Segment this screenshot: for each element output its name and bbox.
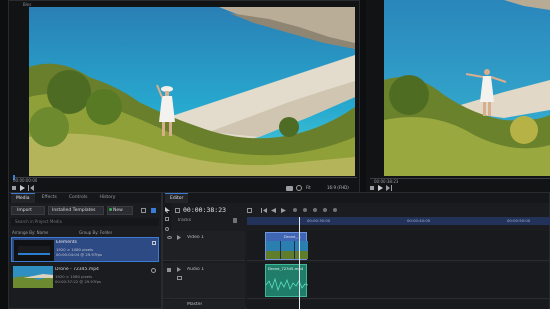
tab-history[interactable]: History — [94, 193, 120, 203]
tracks-label: Tracks — [177, 218, 192, 223]
video-clip[interactable]: Drone_... — [265, 232, 308, 260]
timeline-transport — [247, 206, 447, 215]
media-search-input[interactable]: Search in Project Media — [11, 218, 159, 226]
go-start-icon[interactable] — [261, 208, 267, 213]
media-item[interactable]: Drone - 72345.mp4 1920 × 1080 pixels 00:… — [11, 265, 159, 290]
track-name: Audio 1 — [187, 267, 205, 272]
lock-icon[interactable] — [233, 218, 237, 223]
ruler-mark: 00:00:30:00 — [307, 218, 331, 223]
play-icon[interactable] — [20, 185, 25, 191]
media-item[interactable]: Elements 1920 × 1080 pixels 00:00:04:04 … — [11, 237, 159, 262]
camera-icon[interactable] — [286, 185, 293, 191]
list-view-icon[interactable] — [141, 208, 146, 213]
audio-level-icon[interactable] — [177, 276, 182, 280]
settings-icon[interactable] — [296, 185, 302, 191]
timeline-panel: Editor 00:00:38:23 Tracks 00:00:30:00 00… — [162, 192, 550, 309]
ruler-mark: 00:00:40:00 — [407, 218, 431, 223]
arrange-by-select[interactable]: Arrange By: Name — [12, 230, 48, 235]
settings-icon[interactable] — [247, 208, 252, 213]
new-label: New — [113, 208, 123, 213]
new-button[interactable]: New — [107, 206, 133, 215]
import-label: Import — [17, 208, 32, 213]
timeline-timecode[interactable]: 00:00:38:23 — [183, 206, 226, 214]
stop-icon[interactable] — [370, 186, 374, 190]
group-by-select[interactable]: Group By: Folder — [79, 230, 112, 235]
media-panel: Media Effects Controls History Import In… — [8, 192, 162, 309]
marker-icon[interactable] — [323, 208, 327, 212]
timeline-playhead[interactable] — [299, 217, 300, 309]
media-thumbnail — [14, 240, 54, 261]
viewer-timecode: 00:00:00:00 — [13, 178, 38, 183]
stop-icon[interactable] — [12, 186, 16, 190]
eye-icon[interactable] — [167, 236, 172, 239]
marker-icon[interactable] — [313, 208, 317, 212]
play-icon[interactable] — [378, 185, 383, 191]
track-header-video-1[interactable]: Video 1 — [163, 231, 245, 261]
track-name: Video 1 — [187, 235, 204, 240]
step-forward-icon[interactable] — [281, 208, 286, 213]
ruler-mark: 00:00:50:00 — [507, 218, 531, 223]
tab-media[interactable]: Media — [11, 193, 35, 203]
viewer-image — [29, 7, 355, 176]
media-toolbar: Import Installed Templates New — [11, 206, 161, 215]
settings-icon[interactable] — [151, 268, 156, 273]
marker-icon[interactable] — [293, 208, 297, 212]
track-header-audio-1[interactable]: Audio 1 — [163, 263, 245, 299]
media-thumbnail — [13, 266, 53, 288]
tab-effects[interactable]: Effects — [37, 193, 62, 203]
grid-view-icon[interactable] — [151, 208, 156, 213]
marker-icon[interactable] — [303, 208, 307, 212]
plus-icon — [109, 208, 112, 211]
track-lane-audio-1: Drone_72345.mp4 — [247, 263, 549, 299]
aspect-select[interactable]: 16:9 (FHD) — [327, 185, 349, 190]
templates-label: Installed Templates — [52, 208, 96, 213]
viewer-scrubber[interactable] — [13, 177, 357, 178]
track-name: Master — [187, 302, 203, 307]
marker-icon[interactable] — [333, 208, 337, 212]
track-lane-video-1: Drone_... — [247, 231, 549, 261]
program-viewer: 00:00:38:23 — [366, 0, 550, 194]
timeline-ruler[interactable]: 00:00:30:00 00:00:40:00 00:00:50:00 — [247, 217, 550, 225]
track-lane-master — [247, 300, 549, 309]
zoom-select[interactable]: Fit — [306, 185, 311, 190]
step-forward-icon[interactable] — [386, 185, 392, 191]
media-item-duration: 00:00:37:22 @ 29.97fps — [55, 279, 101, 284]
source-viewer: Bins 00:00:00:00 Fit 16:9 (FHD) — [8, 0, 371, 194]
clip-label: Drone_72345.mp4 — [268, 266, 304, 271]
track-header-master[interactable]: Master — [163, 300, 245, 309]
installed-templates-button[interactable]: Installed Templates — [48, 206, 104, 215]
razor-tool-icon[interactable] — [165, 217, 169, 221]
timeline-tabbar: Editor — [163, 193, 549, 203]
checkbox-icon[interactable] — [152, 241, 156, 245]
search-placeholder: Search in Project Media — [15, 219, 62, 224]
snap-icon[interactable] — [175, 208, 180, 213]
tab-editor[interactable]: Editor — [165, 193, 189, 203]
media-item-name: Drone - 72345.mp4 — [55, 267, 99, 272]
tab-controls[interactable]: Controls — [64, 193, 93, 203]
speaker-icon[interactable] — [167, 268, 171, 272]
program-image — [384, 0, 550, 176]
step-back-icon[interactable] — [271, 208, 276, 213]
expand-icon[interactable] — [177, 267, 181, 272]
audio-clip[interactable]: Drone_72345.mp4 — [265, 264, 308, 297]
step-back-icon[interactable] — [28, 185, 34, 191]
media-item-name: Elements — [56, 240, 77, 245]
expand-icon[interactable] — [177, 235, 181, 240]
pointer-tool-icon[interactable] — [165, 207, 170, 213]
import-button[interactable]: Import — [11, 206, 45, 215]
media-item-duration: 00:00:04:04 @ 29.97fps — [56, 252, 102, 257]
media-tabbar: Media Effects Controls History — [9, 193, 161, 203]
